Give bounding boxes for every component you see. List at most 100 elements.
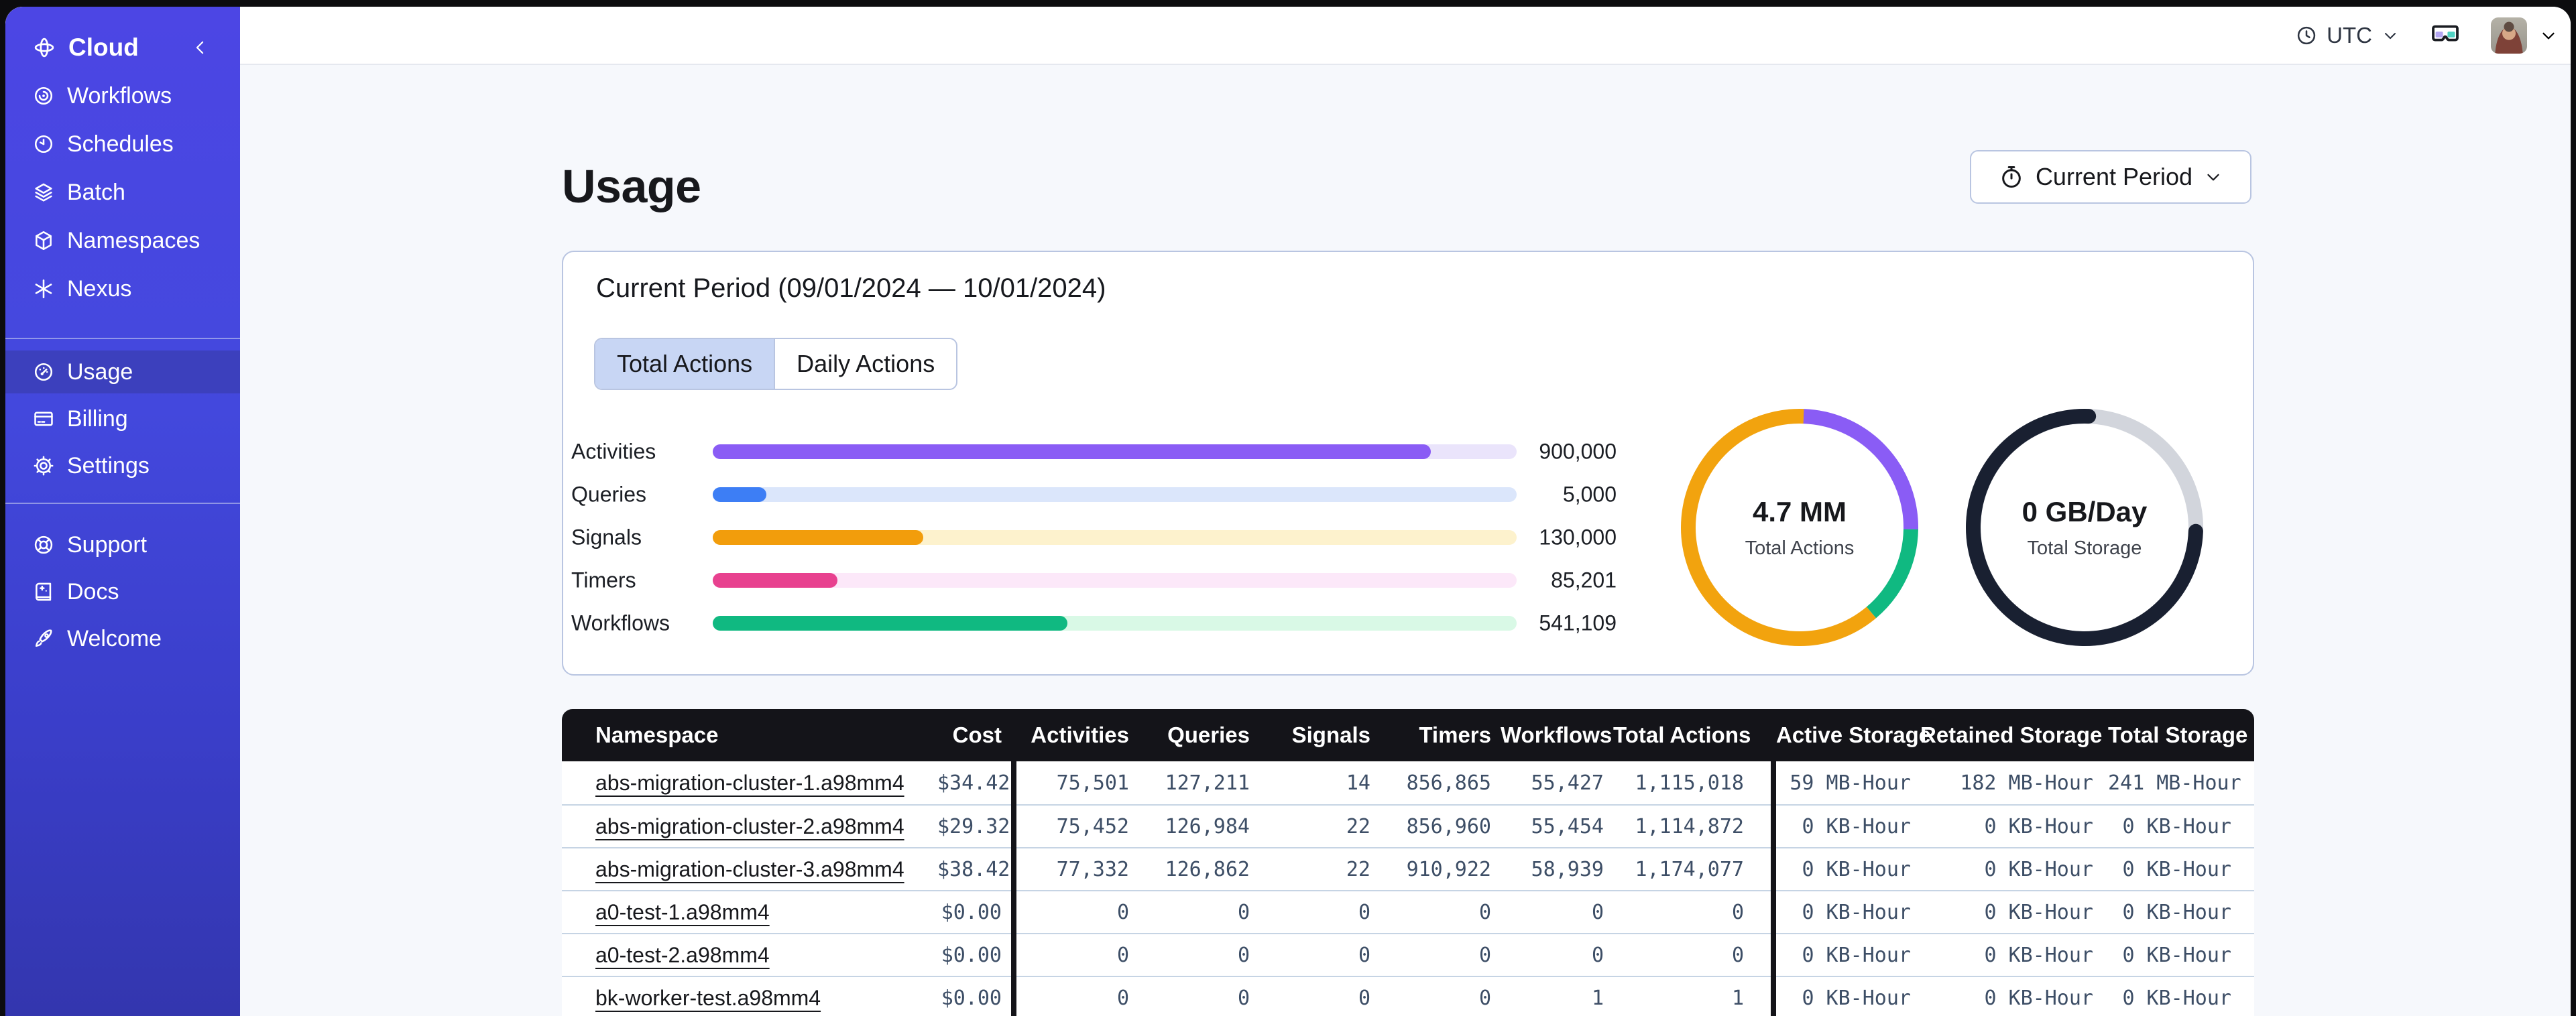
bar-track [713, 444, 1517, 459]
bar-fill [713, 487, 767, 502]
sidebar-item-workflows[interactable]: Workflows [5, 76, 240, 115]
cell-active_storage: 0 KB-Hour [1802, 900, 1911, 924]
nexus-icon [32, 277, 55, 300]
namespace-link[interactable]: abs-migration-cluster-1.a98mm4 [595, 771, 904, 795]
namespace-link[interactable]: a0-test-1.a98mm4 [595, 900, 770, 924]
sidebar-item-batch[interactable]: Batch [5, 173, 240, 212]
actions-tab-group: Total Actions Daily Actions [594, 338, 958, 390]
bar-value: 85,201 [1551, 568, 1617, 592]
usage-table: Namespace Cost Activities Queries Signals Tim… [562, 709, 2254, 1016]
table-column-divider [1011, 761, 1016, 1016]
donut-total-storage: 0 GB/Day Total Storage [1960, 403, 2209, 651]
cell-active_storage: 59 MB-Hour [1790, 771, 1911, 795]
cell-total_actions: 1,115,018 [1635, 771, 1744, 795]
cell-cost: $34.42 [937, 771, 1010, 795]
sidebar-collapse-button[interactable] [190, 38, 211, 61]
tab-daily-actions[interactable]: Daily Actions [774, 339, 956, 389]
cell-activities: 0 [1116, 943, 1129, 967]
donut-value: 4.7 MM [1752, 495, 1847, 527]
cell-cost: $0.00 [941, 900, 1002, 924]
usage-bar-row-queries: Queries 5,000 [563, 483, 1629, 507]
namespaces-icon [32, 229, 55, 252]
bar-category-label: Activities [571, 439, 656, 464]
timezone-selector[interactable]: UTC [2295, 23, 2400, 48]
cell-namespace: a0-test-2.a98mm4 [562, 943, 937, 968]
bar-value: 5,000 [1562, 482, 1617, 507]
cell-signals: 0 [1358, 986, 1370, 1010]
sidebar-item-label: Schedules [67, 131, 174, 157]
cell-signals: 22 [1346, 857, 1370, 881]
chevron-down-icon [2381, 26, 2400, 45]
cell-workflows: 55,427 [1531, 771, 1604, 795]
usage-bar-row-timers: Timers 85,201 [563, 568, 1629, 592]
sidebar-item-docs[interactable]: Docs [5, 572, 240, 611]
sidebar-item-usage[interactable]: Usage [5, 351, 240, 393]
sidebar-item-label: Docs [67, 578, 119, 605]
donut-value: 0 GB/Day [2022, 495, 2148, 527]
topbar-actions: UTC [2295, 7, 2559, 64]
bar-category-label: Signals [571, 525, 642, 550]
sidebar-item-namespaces[interactable]: Namespaces [5, 221, 240, 260]
header-cost: Cost [952, 722, 1002, 747]
account-menu-button[interactable] [2491, 17, 2559, 54]
feedback-glasses-button[interactable] [2429, 17, 2461, 53]
namespace-link[interactable]: abs-migration-cluster-3.a98mm4 [595, 857, 904, 881]
cell-queries: 126,984 [1165, 814, 1250, 838]
usage-card-title: Current Period (09/01/2024 — 10/01/2024) [596, 273, 1106, 303]
cell-retained_storage: 182 MB-Hour [1960, 771, 2093, 795]
table-row: bk-worker-test.a98mm4 $0.00 0 0 0 0 1 1 0 KB-Hou… [562, 976, 2254, 1016]
cell-activities: 0 [1116, 986, 1129, 1010]
sidebar-item-label: Batch [67, 179, 125, 205]
page-title: Usage [562, 160, 701, 212]
sidebar-item-settings[interactable]: Settings [5, 444, 240, 487]
cell-signals: 14 [1346, 771, 1370, 795]
sidebar-item-nexus[interactable]: Nexus [5, 269, 240, 308]
sidebar: Cloud Workflows Schedules Batch Namespaces N… [5, 7, 240, 1016]
sidebar-item-welcome[interactable]: Welcome [5, 619, 240, 658]
cell-signals: 22 [1346, 814, 1370, 838]
cell-timers: 856,865 [1406, 771, 1491, 795]
bar-track [713, 530, 1517, 545]
bar-fill [713, 444, 1431, 459]
cell-cost: $0.00 [941, 943, 1002, 967]
namespace-link[interactable]: a0-test-2.a98mm4 [595, 943, 770, 967]
stopwatch-icon [1998, 164, 2025, 190]
usage-icon [32, 361, 55, 383]
cell-total_actions: 1 [1731, 986, 1744, 1010]
bar-category-label: Workflows [571, 611, 670, 635]
bar-value: 541,109 [1539, 611, 1617, 635]
usage-bar-row-activities: Activities 900,000 [563, 440, 1629, 464]
topbar: UTC [5, 7, 2571, 65]
cell-total_actions: 0 [1731, 943, 1744, 967]
cell-retained_storage: 0 KB-Hour [1984, 900, 2093, 924]
tab-total-actions[interactable]: Total Actions [595, 339, 774, 389]
header-total_actions: Total Actions [1613, 722, 1751, 747]
cell-total_storage: 0 KB-Hour [2122, 900, 2231, 924]
sidebar-divider [5, 503, 240, 504]
namespace-link[interactable]: bk-worker-test.a98mm4 [595, 986, 821, 1010]
cell-retained_storage: 0 KB-Hour [1984, 814, 2093, 838]
chevron-left-icon [190, 38, 211, 58]
sidebar-item-billing[interactable]: Billing [5, 397, 240, 440]
cell-total_storage: 0 KB-Hour [2122, 943, 2231, 967]
sidebar-item-schedules[interactable]: Schedules [5, 125, 240, 164]
cell-retained_storage: 0 KB-Hour [1984, 943, 2093, 967]
period-selector-button[interactable]: Current Period [1970, 150, 2251, 204]
schedules-icon [32, 133, 55, 155]
donut-center: 0 GB/Day Total Storage [1960, 403, 2209, 651]
cell-workflows: 0 [1591, 943, 1604, 967]
cell-queries: 126,862 [1165, 857, 1250, 881]
settings-icon [32, 454, 55, 477]
sidebar-group-1: Usage Billing Settings [5, 351, 240, 491]
bar-track [713, 487, 1517, 502]
cell-signals: 0 [1358, 943, 1370, 967]
support-icon [32, 533, 55, 556]
sidebar-item-support[interactable]: Support [5, 525, 240, 564]
cell-total_storage: 0 KB-Hour [2122, 857, 2231, 881]
donut-total-actions: 4.7 MM Total Actions [1676, 403, 1924, 651]
cell-workflows: 55,454 [1531, 814, 1604, 838]
namespace-link[interactable]: abs-migration-cluster-2.a98mm4 [595, 814, 904, 838]
header-retained_storage: Retained Storage [1920, 722, 2103, 747]
sidebar-item-label: Namespaces [67, 227, 200, 253]
chevron-down-icon [2538, 25, 2559, 46]
